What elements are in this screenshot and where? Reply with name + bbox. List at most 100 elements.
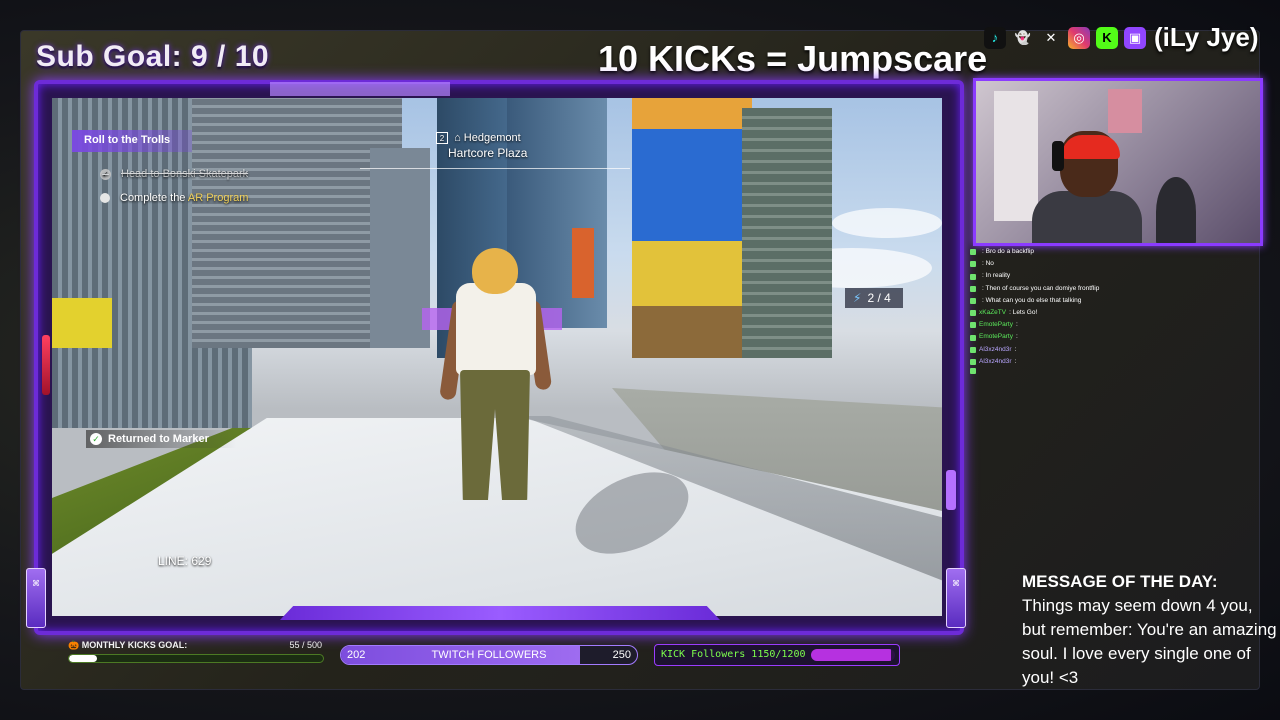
returned-text: Returned to Marker: [108, 433, 209, 445]
line-counter: LINE: 629: [158, 554, 212, 568]
chat-message: : Then of course you can domiye frontfli…: [970, 283, 1270, 295]
monthly-goal-label: 🎃 MONTHLY KICKS GOAL:: [68, 640, 188, 650]
chat-message: : What can you do else that talking: [970, 295, 1270, 307]
chat-username: Al3xz4nd3r: [979, 357, 1012, 365]
snapchat-icon: 👻: [1014, 29, 1032, 45]
motd-heading: MESSAGE OF THE DAY:: [1022, 572, 1218, 591]
building: [742, 108, 832, 358]
chat-text: : Then of course you can domiye frontfli…: [982, 284, 1100, 292]
chat-message: : Bro do a backflip: [970, 246, 1270, 258]
chat-message: Al3xz4nd3r :: [970, 356, 1270, 368]
chat-message: xKaZeTV : Lets Go!: [970, 307, 1270, 319]
side-badge-left: ⌘: [26, 568, 46, 628]
kick-icon: K: [1096, 26, 1118, 49]
chat-text: :: [1015, 321, 1018, 329]
x-icon: ✕: [1045, 29, 1057, 45]
chat-badge-icon: [970, 322, 976, 329]
monthly-goal-fill: [69, 655, 97, 662]
chat-badge-icon: [970, 334, 976, 341]
location-sub: Hartcore Plaza: [448, 146, 528, 160]
twitch-icon: ▣: [1124, 26, 1146, 49]
kick-goal-fill: [811, 649, 892, 661]
twitch-followers-goal: 202 TWITCH FOLLOWERS 250: [340, 645, 638, 665]
chat-badge-icon: [970, 346, 976, 353]
collectible-counter: ⚡ 2 / 4: [845, 288, 903, 308]
tiktok-icon: ♪: [984, 26, 1006, 49]
kick-followers-goal: KICK Followers 1150/1200: [654, 644, 900, 666]
quest-item-highlight: AR Program: [187, 192, 249, 204]
chat-message: EmoteParty :: [970, 319, 1270, 331]
chat-panel: : Bro do a backflip : No : In reality : The…: [970, 246, 1270, 375]
instagram-icon: ◎: [1068, 26, 1090, 49]
monthly-kicks-goal: 🎃 MONTHLY KICKS GOAL: 55 / 500: [64, 640, 328, 668]
message-of-the-day: MESSAGE OF THE DAY: Things may seem down…: [1022, 570, 1280, 690]
chat-message: Al3xz4nd3r :: [970, 344, 1270, 356]
chat-badge-icon: [970, 261, 976, 268]
chat-message: : In reality: [970, 270, 1270, 282]
sub-goal-text: Sub Goal: 9 / 10: [36, 40, 270, 73]
cloud: [832, 208, 942, 238]
chat-text: : No: [982, 260, 994, 268]
player-head: [472, 248, 518, 294]
side-badge-right: ⌘: [946, 568, 966, 628]
check-circle-icon: ✓: [90, 433, 102, 445]
billboard: [52, 298, 112, 348]
webcam-poster: [1108, 89, 1142, 133]
chat-message: : No: [970, 258, 1270, 270]
chat-badge-icon: [970, 310, 976, 317]
webcam-person-body: [1032, 191, 1142, 243]
location-label: 2 ⌂ Hedgemont Hartcore Plaza: [436, 132, 527, 160]
kick-goal-bar: [811, 649, 895, 661]
chat-text: :: [1015, 333, 1018, 341]
headphones-icon: [1052, 141, 1064, 171]
chat-badge-icon: [970, 358, 976, 365]
chat-text: : What can you do else that talking: [982, 296, 1082, 304]
webcam-door: [994, 91, 1038, 221]
quest-item-label: Complete the: [120, 192, 188, 204]
chat-text: :: [1014, 345, 1017, 353]
right-meter: [946, 470, 956, 510]
building: [572, 228, 594, 298]
chat-text: : Bro do a backflip: [982, 248, 1035, 255]
chat-text: : In reality: [982, 272, 1011, 280]
kicks-jumpscare-text: 10 KICKs = Jumpscare: [598, 38, 988, 79]
chat-badge-icon: [970, 368, 976, 375]
motd-body: Things may seem down 4 you, but remember…: [1022, 596, 1277, 687]
location-divider: [360, 168, 630, 169]
building: [632, 98, 752, 358]
twitch-target: 250: [612, 649, 631, 661]
frame-bottom-glow: [280, 606, 720, 620]
monthly-goal-bar: [68, 654, 324, 663]
left-meter: [42, 335, 50, 395]
quest-item-active: Complete the AR Program: [100, 192, 248, 204]
chat-badge-icon: [970, 249, 976, 256]
chat-text: :: [1014, 357, 1017, 365]
check-icon: ✓: [100, 168, 111, 180]
chat-username: xKaZeTV: [979, 309, 1007, 317]
bullet-icon: [100, 193, 110, 203]
frame-decoration: [270, 82, 450, 96]
webcam-cap: [1062, 135, 1120, 159]
chat-message: EmoteParty :: [970, 331, 1270, 343]
webcam-feed: [973, 78, 1263, 246]
building: [370, 148, 430, 348]
location-icon: ⌂: [454, 132, 461, 144]
chat-badge-icon: [970, 297, 976, 304]
kick-label: KICK Followers 1150/1200: [661, 649, 806, 660]
monthly-goal-count: 55 / 500: [289, 640, 322, 650]
quest-item-done: ✓ Head to Bonski Skatepark: [100, 168, 248, 180]
chat-username: EmoteParty: [979, 333, 1013, 341]
quest-item-label: Head to Bonski Skatepark: [121, 168, 249, 180]
twitch-label: TWITCH FOLLOWERS: [431, 649, 547, 661]
social-bar: ♪ 👻 ✕ ◎ K ▣ (iLy Jye): [984, 22, 1259, 53]
player-shirt: [456, 283, 536, 375]
chat-message: [970, 368, 1270, 375]
chat-badge-icon: [970, 273, 976, 280]
location-name: Hedgemont: [463, 132, 521, 144]
quest-title: Roll to the Trolls: [72, 130, 192, 152]
chat-username: Al3xz4nd3r: [979, 345, 1012, 353]
microphone-icon: [1156, 177, 1196, 243]
counter-value: 2 / 4: [867, 291, 891, 305]
lightning-icon: ⚡: [853, 291, 862, 305]
chat-badge-icon: [970, 285, 976, 292]
